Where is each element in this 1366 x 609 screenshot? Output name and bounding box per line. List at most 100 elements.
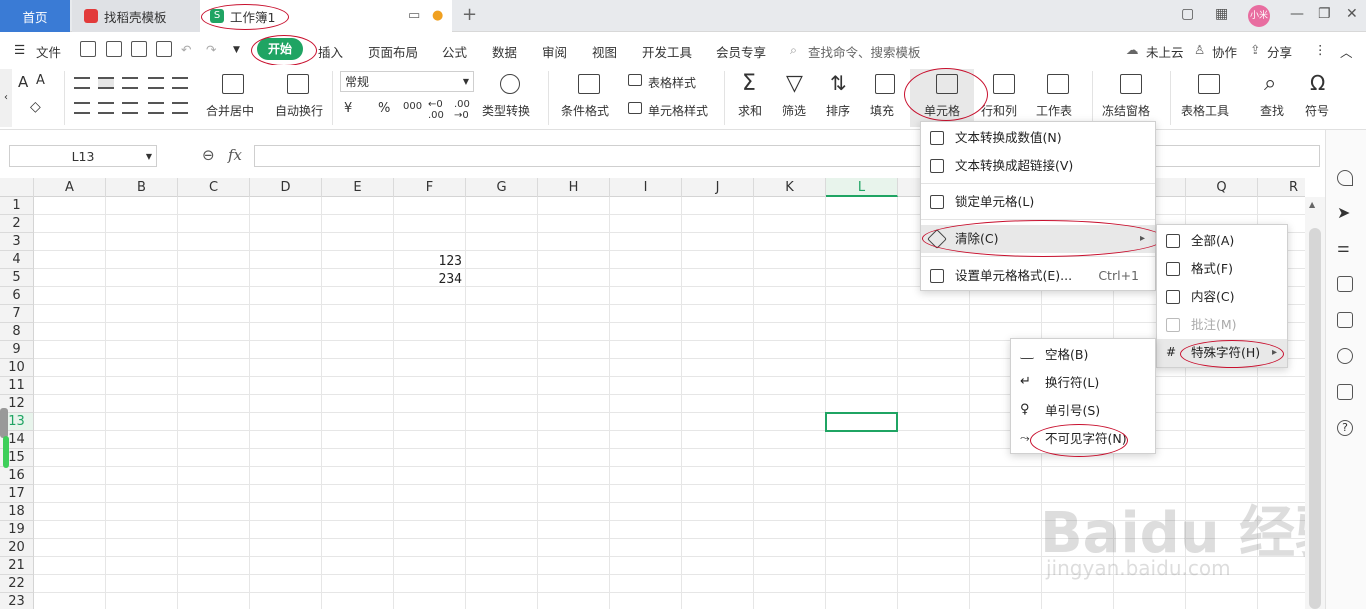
row-header-1[interactable]: 1 xyxy=(0,197,34,215)
export-icon[interactable] xyxy=(106,41,122,57)
column-header-l[interactable]: L xyxy=(826,178,898,197)
indent-decrease-icon[interactable] xyxy=(148,77,164,89)
font-shrink-icon[interactable]: A xyxy=(36,73,45,88)
more-icon[interactable]: ⋮ xyxy=(1314,42,1327,57)
sliders-icon[interactable]: ⚌ xyxy=(1337,240,1353,256)
percent-button[interactable]: % xyxy=(378,101,390,116)
wrap-text-button[interactable]: 自动换行 xyxy=(275,102,323,119)
align-right-icon[interactable] xyxy=(122,102,138,114)
new-tab-button[interactable]: + xyxy=(462,4,477,25)
row-header-2[interactable]: 2 xyxy=(0,215,34,233)
column-header-i[interactable]: I xyxy=(610,178,682,197)
row-header-6[interactable]: 6 xyxy=(0,287,34,305)
cell-button[interactable]: 单元格 xyxy=(924,102,960,119)
column-header-c[interactable]: C xyxy=(178,178,250,197)
indent-increase-icon[interactable] xyxy=(172,77,188,89)
row-header-20[interactable]: 20 xyxy=(0,539,34,557)
menu-lock-cell[interactable]: 锁定单元格(L) xyxy=(921,188,1155,216)
menu-data[interactable]: 数据 xyxy=(492,42,517,61)
cell-style-button[interactable]: 单元格样式 xyxy=(648,102,708,119)
name-box[interactable]: L13 ▼ xyxy=(9,145,157,167)
window-mode-icon[interactable]: ▭ xyxy=(408,8,420,23)
menu-text-to-link[interactable]: 文本转换成超链接(V) xyxy=(921,152,1155,180)
print-icon[interactable] xyxy=(131,41,147,57)
book-icon[interactable] xyxy=(1337,384,1353,400)
restore-icon[interactable]: ❐ xyxy=(1318,6,1331,22)
menu-clear-all[interactable]: 全部(A) xyxy=(1157,227,1287,255)
row-header-8[interactable]: 8 xyxy=(0,323,34,341)
merge-center-button[interactable]: 合并居中 xyxy=(206,102,254,119)
menu-file[interactable]: 文件 xyxy=(36,42,61,61)
column-header-d[interactable]: D xyxy=(250,178,322,197)
zoom-icon[interactable]: ⊖ xyxy=(202,146,215,164)
distribute-icon[interactable] xyxy=(172,102,188,114)
row-header-17[interactable]: 17 xyxy=(0,485,34,503)
column-header-j[interactable]: J xyxy=(682,178,754,197)
search-command-input[interactable]: 查找命令、搜索模板 xyxy=(808,42,921,61)
cell-F4[interactable]: 123 xyxy=(394,254,462,269)
row-header-9[interactable]: 9 xyxy=(0,341,34,359)
thousands-button[interactable]: 000 xyxy=(403,101,422,112)
font-grow-icon[interactable]: A xyxy=(18,73,28,91)
chevron-down-icon[interactable]: ▼ xyxy=(233,45,240,55)
row-header-5[interactable]: 5 xyxy=(0,269,34,287)
currency-button[interactable]: ¥ xyxy=(344,101,352,116)
collapse-ribbon-icon[interactable]: ︿ xyxy=(1340,42,1353,61)
sort-button[interactable]: 排序 xyxy=(826,102,850,119)
eraser-icon[interactable]: ◇ xyxy=(30,99,41,115)
cell-F5[interactable]: 234 xyxy=(394,272,462,287)
help-icon[interactable]: ? xyxy=(1337,420,1353,436)
save-icon[interactable] xyxy=(80,41,96,57)
menu-clear-linebreaks[interactable]: ↵ 换行符(L) xyxy=(1011,369,1155,397)
scroll-up-icon[interactable]: ▲ xyxy=(1309,200,1315,209)
row-header-23[interactable]: 23 xyxy=(0,593,34,609)
align-top-icon[interactable] xyxy=(74,77,90,89)
menu-clear-quotes[interactable]: ♀ 单引号(S) xyxy=(1011,397,1155,425)
cursor-icon[interactable]: ➤ xyxy=(1337,205,1353,222)
menu-formula[interactable]: 公式 xyxy=(442,42,467,61)
rowcol-button[interactable]: 行和列 xyxy=(981,102,1017,119)
collab-button[interactable]: 协作 xyxy=(1212,42,1237,61)
tab-home[interactable]: 首页 xyxy=(0,0,70,32)
column-header-r[interactable]: R xyxy=(1258,178,1305,197)
menu-format-cells[interactable]: 设置单元格格式(E)... Ctrl+1 xyxy=(921,262,1155,290)
menu-member[interactable]: 会员专享 xyxy=(716,42,766,61)
formula-input[interactable] xyxy=(254,145,1320,167)
avatar[interactable]: 小米 xyxy=(1248,5,1270,27)
row-header-7[interactable]: 7 xyxy=(0,305,34,323)
tab-template[interactable]: 找稻壳模板 xyxy=(72,0,200,32)
menu-clear-spaces[interactable]: 空格(B) xyxy=(1011,341,1155,369)
tab-workbook[interactable]: S 工作簿1 ▭ ● xyxy=(200,0,452,32)
column-header-q[interactable]: Q xyxy=(1186,178,1258,197)
menu-review[interactable]: 审阅 xyxy=(542,42,567,61)
row-header-3[interactable]: 3 xyxy=(0,233,34,251)
find-button[interactable]: 查找 xyxy=(1260,102,1284,119)
type-convert-button[interactable]: 类型转换 xyxy=(482,102,530,119)
rocket-icon[interactable] xyxy=(1337,170,1353,186)
sheet-button[interactable]: 工作表 xyxy=(1036,102,1072,119)
redo-icon[interactable]: ↷ xyxy=(206,42,216,57)
menu-layout[interactable]: 页面布局 xyxy=(368,42,418,61)
cloud-status[interactable]: 未上云 xyxy=(1146,42,1184,61)
menu-clear-format[interactable]: 格式(F) xyxy=(1157,255,1287,283)
menu-clear-special[interactable]: # 特殊字符(H) ▸ xyxy=(1157,339,1287,367)
table-tools-button[interactable]: 表格工具 xyxy=(1181,102,1229,119)
row-header-4[interactable]: 4 xyxy=(0,251,34,269)
row-header-19[interactable]: 19 xyxy=(0,521,34,539)
decimal-increase-icon[interactable]: ←0.00 xyxy=(428,99,444,121)
row-header-18[interactable]: 18 xyxy=(0,503,34,521)
cond-format-button[interactable]: 条件格式 xyxy=(561,102,609,119)
column-header-b[interactable]: B xyxy=(106,178,178,197)
export-panel-icon[interactable] xyxy=(1337,276,1353,292)
menu-view[interactable]: 视图 xyxy=(592,42,617,61)
column-header-g[interactable]: G xyxy=(466,178,538,197)
fill-button[interactable]: 填充 xyxy=(870,102,894,119)
align-bottom-icon[interactable] xyxy=(122,77,138,89)
fx-icon[interactable]: fx xyxy=(228,146,242,164)
menu-clear[interactable]: 清除(C) ▸ xyxy=(921,225,1155,253)
menu-clear-invisible[interactable]: ⤳ 不可见字符(N) xyxy=(1011,425,1155,453)
apps-grid-icon[interactable]: ▦ xyxy=(1215,6,1228,22)
freeze-button[interactable]: 冻结窗格 xyxy=(1102,102,1150,119)
menu-insert[interactable]: 插入 xyxy=(318,42,343,61)
align-left-icon[interactable] xyxy=(74,102,90,114)
